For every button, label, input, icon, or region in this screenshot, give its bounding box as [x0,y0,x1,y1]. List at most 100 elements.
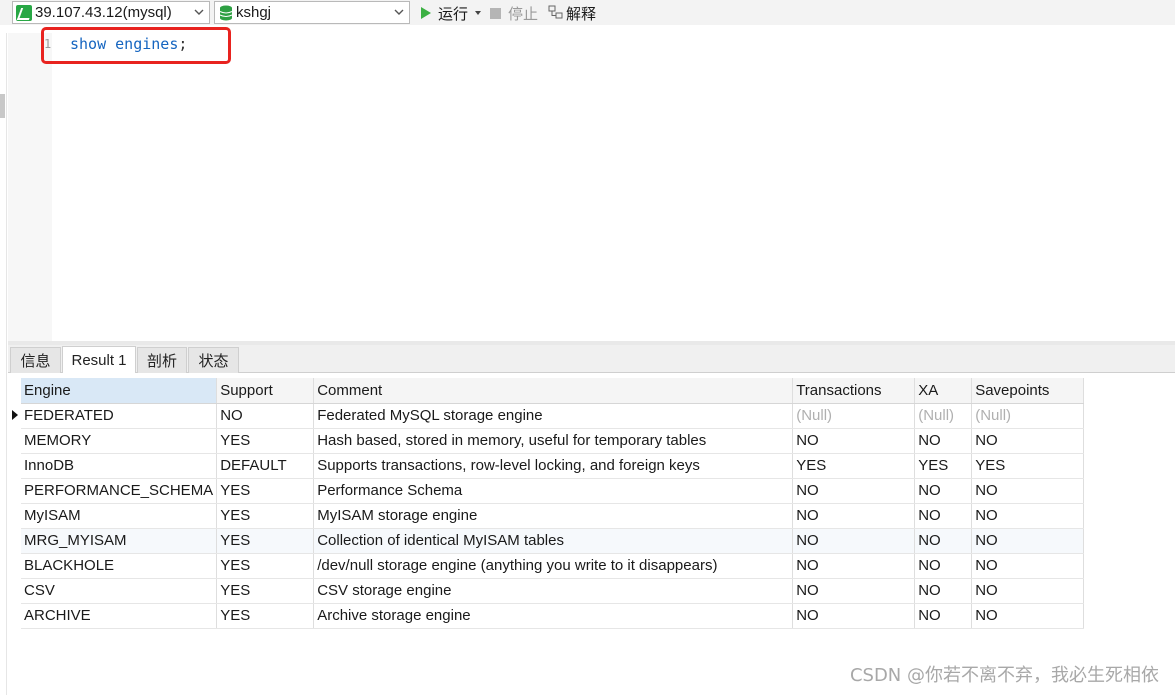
cell-transactions[interactable]: NO [792,428,916,454]
cell-xa[interactable]: NO [914,503,973,529]
table-row[interactable]: ARCHIVE YES Archive storage engine NO NO NO [21,603,1085,629]
highlight-annotation-box [41,27,231,64]
cell-support[interactable]: YES [216,553,315,579]
cell-transactions[interactable]: NO [792,503,916,529]
cell-transactions[interactable]: (Null) [792,403,916,429]
cell-comment[interactable]: /dev/null storage engine (anything you w… [313,553,794,579]
cell-savepoints[interactable]: NO [971,478,1085,504]
cell-engine[interactable]: MRG_MYISAM [21,528,218,554]
cell-savepoints[interactable]: NO [971,528,1085,554]
tab-profile[interactable]: 剖析 [137,347,187,373]
divider [6,33,7,695]
cell-savepoints[interactable]: NO [971,428,1085,454]
cell-xa[interactable]: NO [914,428,973,454]
stop-button[interactable]: 停止 [490,3,538,23]
caret-down-icon[interactable] [474,10,482,16]
cell-comment[interactable]: Federated MySQL storage engine [313,403,794,429]
table-row[interactable]: FEDERATED NO Federated MySQL storage engin… [21,403,1085,429]
cell-engine[interactable]: FEDERATED [21,403,218,429]
cell-savepoints[interactable]: NO [971,553,1085,579]
cell-comment[interactable]: Performance Schema [313,478,794,504]
cell-support[interactable]: YES [216,578,315,604]
chevron-down-icon [194,9,204,15]
cell-comment[interactable]: Hash based, stored in memory, useful for… [313,428,794,454]
cell-comment[interactable]: CSV storage engine [313,578,794,604]
stop-icon [490,7,501,19]
cell-xa[interactable]: NO [914,553,973,579]
explain-button[interactable]: 解释 [548,3,596,23]
cell-xa[interactable]: NO [914,603,973,629]
stop-button-label: 停止 [508,5,539,23]
connection-select-value: 39.107.43.12(mysql) [35,4,172,21]
tab-label: Result 1 [71,351,127,369]
explain-button-label: 解释 [566,5,597,23]
cell-xa[interactable]: NO [914,578,973,604]
column-header-savepoints[interactable]: Savepoints [971,378,1085,404]
table-row[interactable]: InnoDB DEFAULT Supports transactions, row-… [21,453,1085,479]
cell-support[interactable]: YES [216,503,315,529]
column-header-support[interactable]: Support [216,378,315,404]
tab-info[interactable]: 信息 [10,347,61,373]
column-header-engine[interactable]: Engine [21,378,218,404]
watermark: CSDN @你若不离不弃，我必生死相依 [849,665,1159,686]
cell-comment[interactable]: MyISAM storage engine [313,503,794,529]
tab-result-1[interactable]: Result 1 [62,346,136,373]
cell-support[interactable]: YES [216,478,315,504]
table-row[interactable]: MEMORY YES Hash based, stored in memory, u… [21,428,1085,454]
table-row[interactable]: MRG_MYISAM YES Collection of identical MyI… [21,528,1085,554]
cell-savepoints[interactable]: NO [971,603,1085,629]
cell-engine[interactable]: MyISAM [21,503,218,529]
result-table: Engine Support Comment Transactions XA S… [21,378,1085,629]
play-icon [421,7,431,19]
cell-comment[interactable]: Supports transactions, row-level locking… [313,453,794,479]
run-button[interactable]: 运行 [420,3,482,23]
column-header-comment[interactable]: Comment [313,378,794,404]
cell-savepoints[interactable]: (Null) [971,403,1085,429]
cell-engine[interactable]: PERFORMANCE_SCHEMA [21,478,218,504]
table-row[interactable]: CSV YES CSV storage engine NO NO NO [21,578,1085,604]
connection-select[interactable]: 39.107.43.12(mysql) [12,1,210,24]
database-select-value: kshgj [236,4,272,21]
cell-engine[interactable]: MEMORY [21,428,218,454]
cell-support[interactable]: DEFAULT [216,453,315,479]
column-header-transactions[interactable]: Transactions [792,378,916,404]
cell-comment[interactable]: Collection of identical MyISAM tables [313,528,794,554]
cell-engine[interactable]: InnoDB [21,453,218,479]
cell-support[interactable]: YES [216,603,315,629]
toolbar: 39.107.43.12(mysql) kshgj 运行 停止 解释 [0,0,1175,25]
table-row[interactable]: BLACKHOLE YES/dev/null storage engine (an… [21,553,1085,579]
cell-transactions[interactable]: NO [792,528,916,554]
cell-support[interactable]: YES [216,528,315,554]
database-icon [219,5,233,20]
cell-savepoints[interactable]: NO [971,578,1085,604]
collapse-handle[interactable] [0,94,5,118]
cell-engine[interactable]: CSV [21,578,218,604]
cell-transactions[interactable]: NO [792,603,916,629]
tab-status[interactable]: 状态 [188,347,239,373]
cell-xa[interactable]: (Null) [914,403,973,429]
cell-engine[interactable]: BLACKHOLE [21,553,218,579]
result-tabbar: 信息 Result 1 剖析 状态 [8,345,1175,373]
cell-transactions[interactable]: NO [792,553,916,579]
cell-support[interactable]: NO [216,403,315,429]
table-row[interactable]: PERFORMANCE_SCHEMA YES Performance Schema N… [21,478,1085,504]
column-header-xa[interactable]: XA [914,378,973,404]
cell-xa[interactable]: YES [914,453,973,479]
result-grid: Engine Support Comment Transactions XA S… [8,373,1175,695]
cell-comment[interactable]: Archive storage engine [313,603,794,629]
cell-support[interactable]: YES [216,428,315,454]
cell-savepoints[interactable]: YES [971,453,1085,479]
cell-savepoints[interactable]: NO [971,503,1085,529]
sql-editor[interactable]: 1 show engines; [8,33,1175,341]
database-select[interactable]: kshgj [214,1,410,24]
cell-engine[interactable]: ARCHIVE [21,603,218,629]
cell-transactions[interactable]: NO [792,578,916,604]
cell-transactions[interactable]: NO [792,478,916,504]
cell-transactions[interactable]: YES [792,453,916,479]
tab-label: 状态 [198,353,229,370]
cell-xa[interactable]: NO [914,528,973,554]
chevron-down-icon [394,9,404,15]
table-row[interactable]: MyISAM YES MyISAM storage engine NO NO NO [21,503,1085,529]
cell-xa[interactable]: NO [914,478,973,504]
table-header-row: Engine Support Comment Transactions XA S… [21,378,1085,404]
